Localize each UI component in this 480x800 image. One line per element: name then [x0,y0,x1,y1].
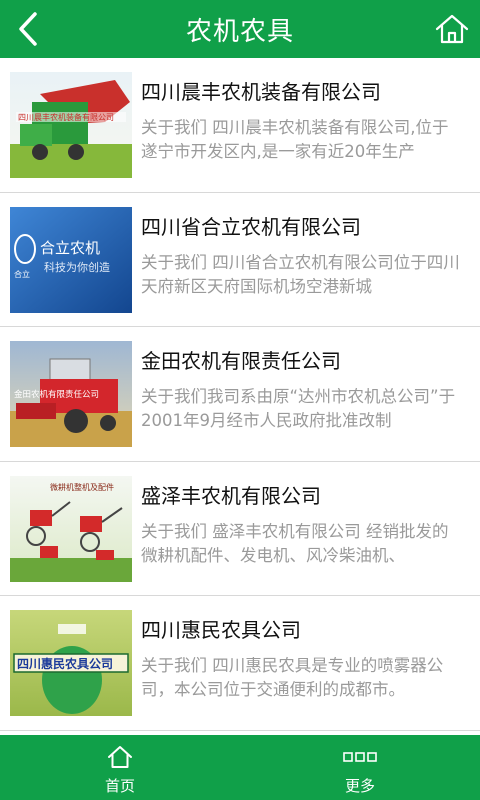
home-button[interactable] [432,8,472,50]
top-bar: 农机农具 [0,0,480,58]
bottom-nav: 首页 更多 [0,735,480,800]
micro-tiller-image: 微耕机整机及配件 [10,475,132,582]
thresher-machine-image: 四川晨丰农机装备有限公司 [10,72,132,178]
list-item[interactable]: 四川晨丰农机装备有限公司 四川晨丰农机装备有限公司 关于我们 四川晨丰农机装备有… [0,58,480,193]
list-item[interactable]: 合立农机 科技为你创造 合立 四川省合立农机有限公司 关于我们 四川省合立农机有… [0,193,480,327]
thumb-caption: 四川惠民农具公司 [17,656,113,671]
tab-label: 首页 [104,777,135,795]
tab-more[interactable]: 更多 [240,735,480,800]
thumb-caption: 四川晨丰农机装备有限公司 [18,112,114,122]
harvester-image: 金田农机有限责任公司 [10,341,132,447]
more-squares-icon [343,752,377,762]
company-description: 关于我们 四川惠民农具是专业的喷雾器公司，本公司位于交通便利的成都市。 [141,656,444,699]
company-name: 金田农机有限责任公司 [141,349,341,373]
thumb-logo-text: 合立 [14,269,30,279]
chevron-left-icon [19,12,37,46]
tab-label: 更多 [344,777,375,795]
list-item[interactable]: 四川惠民农具公司 四川惠民农具公司 关于我们 四川惠民农具是专业的喷雾器公司，本… [0,596,480,731]
sprayer-image: 四川惠民农具公司 [10,610,132,716]
company-thumbnail: 微耕机整机及配件 [10,475,132,582]
company-name: 四川惠民农具公司 [141,618,301,642]
company-list: 四川晨丰农机装备有限公司 四川晨丰农机装备有限公司 关于我们 四川晨丰农机装备有… [0,58,480,735]
company-thumbnail: 合立农机 科技为你创造 合立 [10,206,132,313]
company-thumbnail: 金田农机有限责任公司 [10,341,132,447]
company-description: 关于我们 盛泽丰农机有限公司 经销批发的微耕机配件、发电机、风冷柴油机、 [141,521,449,565]
thumb-caption: 金田农机有限责任公司 [14,389,99,400]
list-item[interactable]: 微耕机整机及配件 盛泽丰农机有限公司 关于我们 盛泽丰农机有限公司 经销批发的微… [0,462,480,596]
page-title: 农机农具 [185,16,294,47]
thumb-subcaption: 科技为你创造 [44,260,110,274]
list-item[interactable]: 金田农机有限责任公司 金田农机有限责任公司 关于我们我司系由原“达州市农机总公司… [0,327,480,462]
company-description: 关于我们 四川省合立农机有限公司位于四川天府新区天府国际机场空港新城 [141,252,460,296]
company-thumbnail: 四川晨丰农机装备有限公司 [10,72,132,178]
company-description: 关于我们我司系由原“达州市农机总公司”于2001年9月经市人民政府批准改制 [141,387,456,430]
back-button[interactable] [8,7,48,51]
company-name: 四川晨丰农机装备有限公司 [141,80,381,104]
company-name: 四川省合立农机有限公司 [141,214,361,239]
thumb-caption: 合立农机 [40,239,100,257]
home-icon [435,14,469,44]
company-name: 盛泽丰农机有限公司 [141,483,321,508]
home-icon [108,746,132,768]
tab-home[interactable]: 首页 [0,735,240,800]
company-logo-banner-image: 合立农机 科技为你创造 合立 [10,206,132,313]
thumb-caption: 微耕机整机及配件 [50,482,114,492]
app-screen: 农机农具 四川晨丰农机装备有限公司 四川晨丰农机装备有限公司 关于我们 四川晨丰… [0,0,480,800]
company-thumbnail: 四川惠民农具公司 [10,610,132,716]
company-description: 关于我们 四川晨丰农机装备有限公司,位于遂宁市开发区内,是一家有近20年生产 [141,118,449,161]
